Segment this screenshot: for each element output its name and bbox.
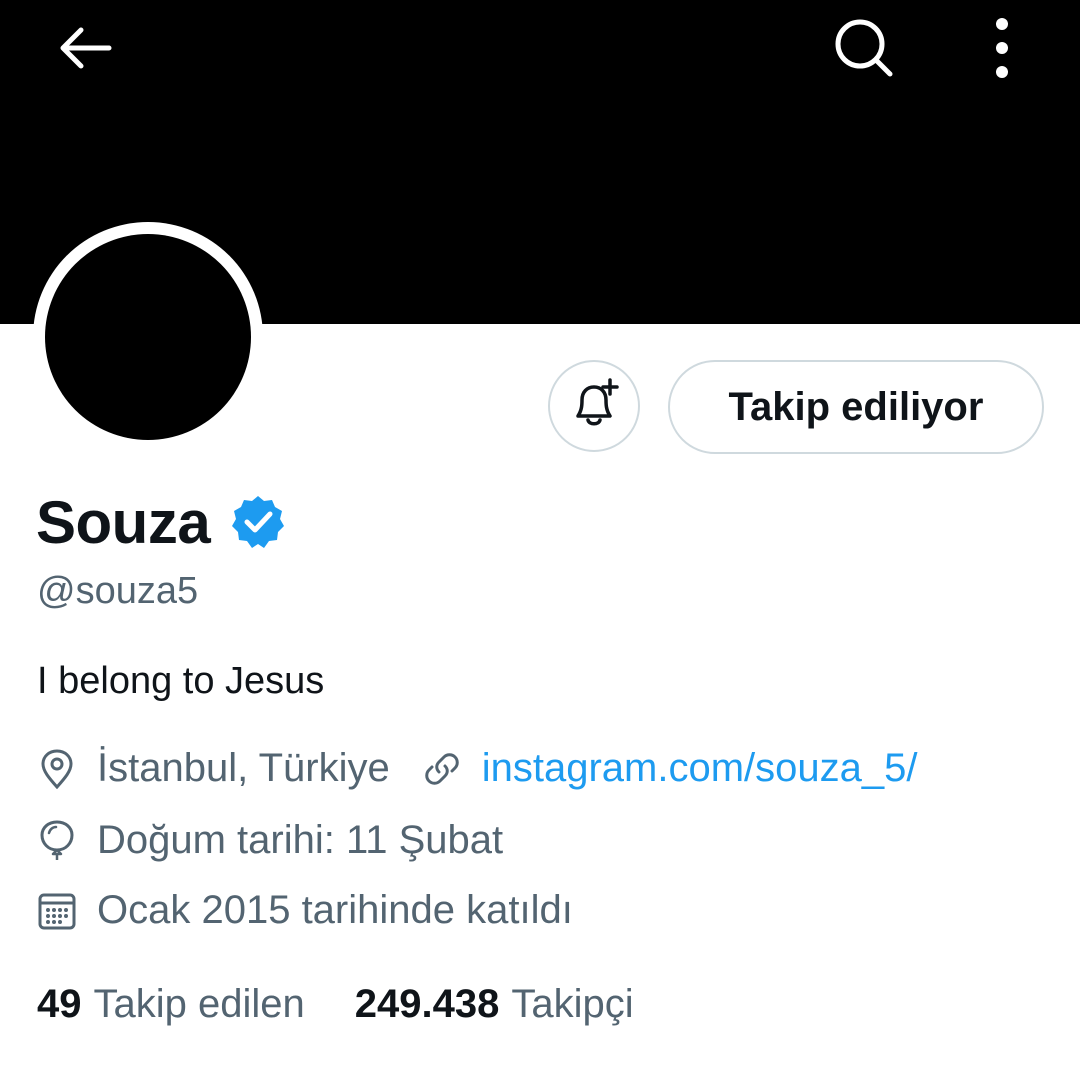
balloon-icon [37,819,77,861]
user-handle: @souza5 [37,570,199,612]
verified-badge-icon [230,494,286,550]
display-name: Souza [36,488,211,556]
joined-text: Ocak 2015 tarihinde katıldı [97,888,573,932]
location-pin-icon [37,748,77,789]
search-button[interactable] [822,8,906,88]
followers-stat[interactable]: 249.438 Takipçi [355,982,634,1027]
back-button[interactable] [40,8,130,88]
birthday-text: Doğum tarihi: 11 Şubat [97,818,504,862]
name-row: Souza [36,486,286,558]
joined-row: Ocak 2015 tarihinde katıldı [37,888,573,933]
profile-page: Takip ediliyor Souza @souza5 I belong to… [0,0,1080,1071]
avatar[interactable] [45,234,251,440]
search-icon [835,19,893,77]
avatar-ring [33,222,263,452]
back-arrow-icon [60,27,112,69]
following-count: 49 [37,982,82,1026]
location-text: İstanbul, Türkiye [97,746,390,790]
following-label: Takip edilen [93,982,305,1026]
more-vertical-icon [996,18,1008,78]
more-options-button[interactable] [960,8,1044,88]
followers-label: Takipçi [511,982,634,1026]
bell-plus-icon [576,378,619,426]
location-row: İstanbul, Türkiye instagram.com/souza_5/ [37,746,918,791]
following-stat[interactable]: 49 Takip edilen [37,982,305,1027]
link-icon [422,749,462,789]
birthday-row: Doğum tarihi: 11 Şubat [37,818,503,863]
followers-count: 249.438 [354,982,500,1026]
notifications-button[interactable] [548,360,640,452]
bio-text: I belong to Jesus [37,660,325,702]
website-link-text[interactable]: instagram.com/souza_5/ [482,746,918,791]
website-link[interactable]: instagram.com/souza_5/ [422,746,918,791]
calendar-icon [37,891,77,931]
follow-stats: 49 Takip edilen 249.438 Takipçi [37,982,634,1027]
following-button[interactable]: Takip ediliyor [668,360,1044,454]
